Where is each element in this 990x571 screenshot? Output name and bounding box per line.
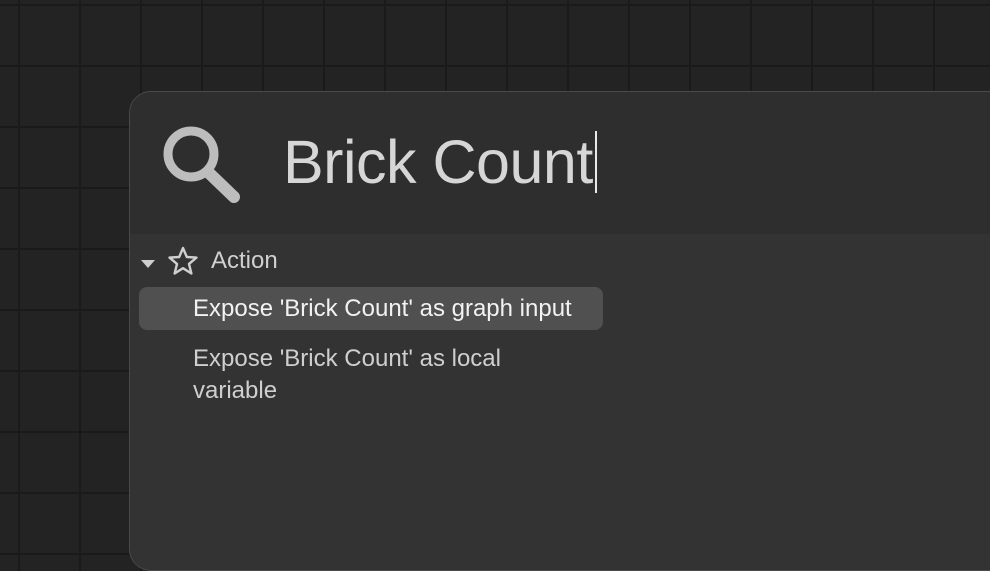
text-caret bbox=[594, 131, 597, 193]
search-icon bbox=[158, 123, 244, 205]
node-search-popup: Brick Count Action Expose 'Brick Count' … bbox=[129, 91, 990, 571]
search-results-list: Action Expose 'Brick Count' as graph inp… bbox=[130, 234, 990, 570]
search-input[interactable]: Brick Count bbox=[283, 126, 597, 198]
chevron-down-icon[interactable] bbox=[140, 256, 156, 268]
result-item-expose-graph-input[interactable]: Expose 'Brick Count' as graph input bbox=[139, 287, 603, 330]
category-label: Action bbox=[211, 247, 278, 274]
search-query-text: Brick Count bbox=[283, 128, 593, 196]
star-icon bbox=[168, 246, 198, 276]
result-item-expose-local-variable[interactable]: Expose 'Brick Count' as local variable bbox=[139, 340, 579, 407]
search-bar: Brick Count bbox=[130, 92, 990, 234]
category-header-action[interactable]: Action bbox=[140, 244, 278, 278]
